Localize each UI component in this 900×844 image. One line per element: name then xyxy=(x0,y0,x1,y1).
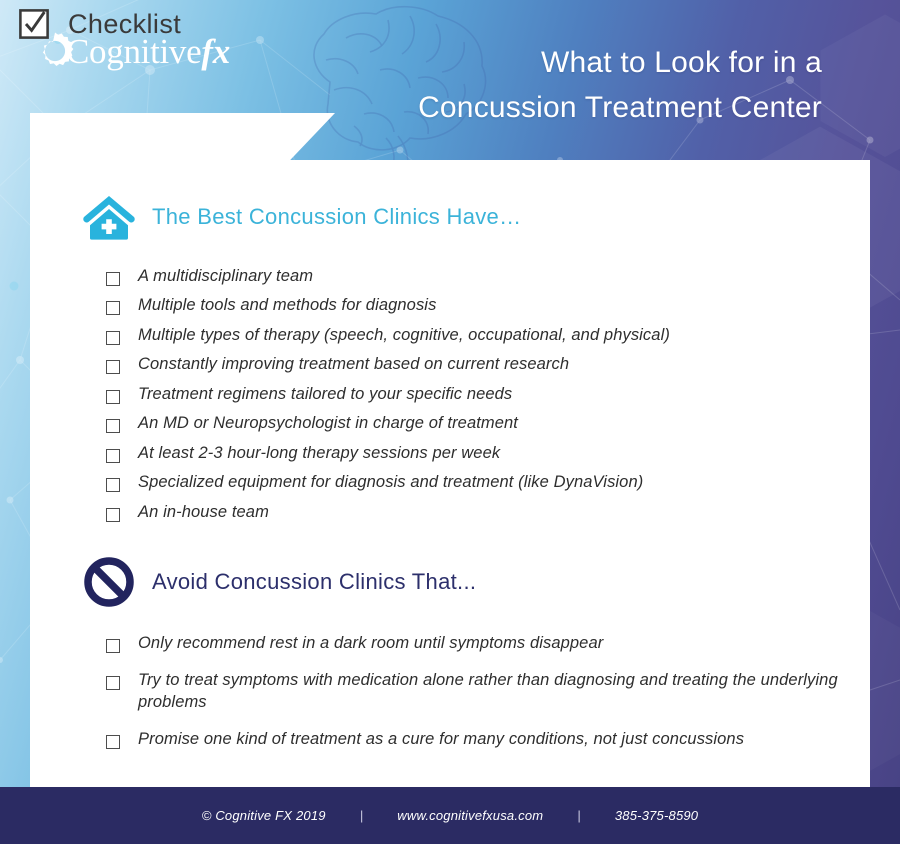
section-avoid-clinics-title: Avoid Concussion Clinics That... xyxy=(152,569,477,594)
list-item[interactable]: Multiple tools and methods for diagnosis xyxy=(106,295,870,316)
list-item-label: Promise one kind of treatment as a cure … xyxy=(138,730,745,749)
list-item-label: An in-house team xyxy=(138,502,269,521)
best-clinics-list: A multidisciplinary team Multiple tools … xyxy=(30,266,870,523)
footer-content: © Cognitive FX 2019 | www.cognitivefxusa… xyxy=(202,808,698,823)
section-best-clinics: The Best Concussion Clinics Have… A mult… xyxy=(30,190,870,531)
section-best-clinics-title: The Best Concussion Clinics Have… xyxy=(152,204,522,229)
list-item[interactable]: Only recommend rest in a dark room until… xyxy=(106,633,870,654)
checkbox-icon[interactable] xyxy=(106,507,120,522)
footer-separator: | xyxy=(577,808,581,823)
list-item[interactable]: Multiple types of therapy (speech, cogni… xyxy=(106,325,870,346)
section-avoid-clinics: Avoid Concussion Clinics That... Only re… xyxy=(30,555,870,767)
checklist-tab xyxy=(30,113,335,161)
checkbox-icon[interactable] xyxy=(106,330,120,345)
page-title-line2: Concussion Treatment Center xyxy=(418,91,822,124)
checked-checkbox-icon xyxy=(19,9,49,39)
avoid-clinics-list: Only recommend rest in a dark room until… xyxy=(30,633,870,751)
logo-accent: fx xyxy=(201,31,230,71)
list-item-label: Multiple types of therapy (speech, cogni… xyxy=(138,325,670,344)
content-card: The Best Concussion Clinics Have… A mult… xyxy=(30,160,870,787)
checkbox-icon[interactable] xyxy=(106,389,120,404)
prohibited-sign-icon xyxy=(84,557,134,607)
checklist-tab-content: Checklist xyxy=(18,0,181,48)
checkbox-icon[interactable] xyxy=(106,301,120,316)
list-item-label: At least 2-3 hour-long therapy sessions … xyxy=(138,443,501,462)
section-avoid-clinics-header: Avoid Concussion Clinics That... xyxy=(30,555,870,609)
list-item[interactable]: Promise one kind of treatment as a cure … xyxy=(106,729,870,750)
section-best-clinics-header: The Best Concussion Clinics Have… xyxy=(30,190,870,244)
footer-copyright: © Cognitive FX 2019 xyxy=(201,808,326,823)
list-item[interactable]: Try to treat symptoms with medication al… xyxy=(106,670,870,713)
infographic-canvas: Cognitivefx What to Look for in a Concus… xyxy=(0,0,900,844)
checkbox-icon[interactable] xyxy=(106,272,120,286)
list-item-label: A multidisciplinary team xyxy=(138,267,314,285)
checkbox-icon[interactable] xyxy=(106,676,120,691)
checkbox-icon[interactable] xyxy=(106,639,120,653)
list-item-label: Only recommend rest in a dark room until… xyxy=(138,634,604,652)
list-item[interactable]: Constantly improving treatment based on … xyxy=(106,354,870,375)
list-item[interactable]: A multidisciplinary team xyxy=(106,266,870,287)
checkbox-icon[interactable] xyxy=(106,360,120,375)
list-item[interactable]: At least 2-3 hour-long therapy sessions … xyxy=(106,443,870,464)
checkbox-icon[interactable] xyxy=(106,735,120,750)
list-item-label: An MD or Neuropsychologist in charge of … xyxy=(138,414,518,433)
page-footer: © Cognitive FX 2019 | www.cognitivefxusa… xyxy=(0,787,900,844)
list-item[interactable]: An in-house team xyxy=(106,502,870,523)
list-item-label: Specialized equipment for diagnosis and … xyxy=(138,473,644,492)
checkbox-icon[interactable] xyxy=(106,448,120,463)
clinic-house-plus-icon xyxy=(83,196,135,240)
footer-website-link[interactable]: www.cognitivefxusa.com xyxy=(397,808,543,823)
list-item[interactable]: Specialized equipment for diagnosis and … xyxy=(106,472,870,493)
checklist-tab-label: Checklist xyxy=(68,8,182,39)
list-item-label: Constantly improving treatment based on … xyxy=(138,355,570,374)
list-item[interactable]: An MD or Neuropsychologist in charge of … xyxy=(106,413,870,434)
list-item-label: Multiple tools and methods for diagnosis xyxy=(138,296,437,315)
checkbox-icon[interactable] xyxy=(106,478,120,493)
list-item[interactable]: Treatment regimens tailored to your spec… xyxy=(106,384,870,405)
checkbox-icon[interactable] xyxy=(106,419,120,434)
page-title: What to Look for in a Concussion Treatme… xyxy=(302,40,822,130)
page-title-line1: What to Look for in a xyxy=(540,46,822,79)
footer-phone[interactable]: 385-375-8590 xyxy=(615,808,698,823)
list-item-label: Treatment regimens tailored to your spec… xyxy=(138,384,513,403)
list-item-label: Try to treat symptoms with medication al… xyxy=(138,671,838,711)
footer-separator: | xyxy=(359,808,364,823)
